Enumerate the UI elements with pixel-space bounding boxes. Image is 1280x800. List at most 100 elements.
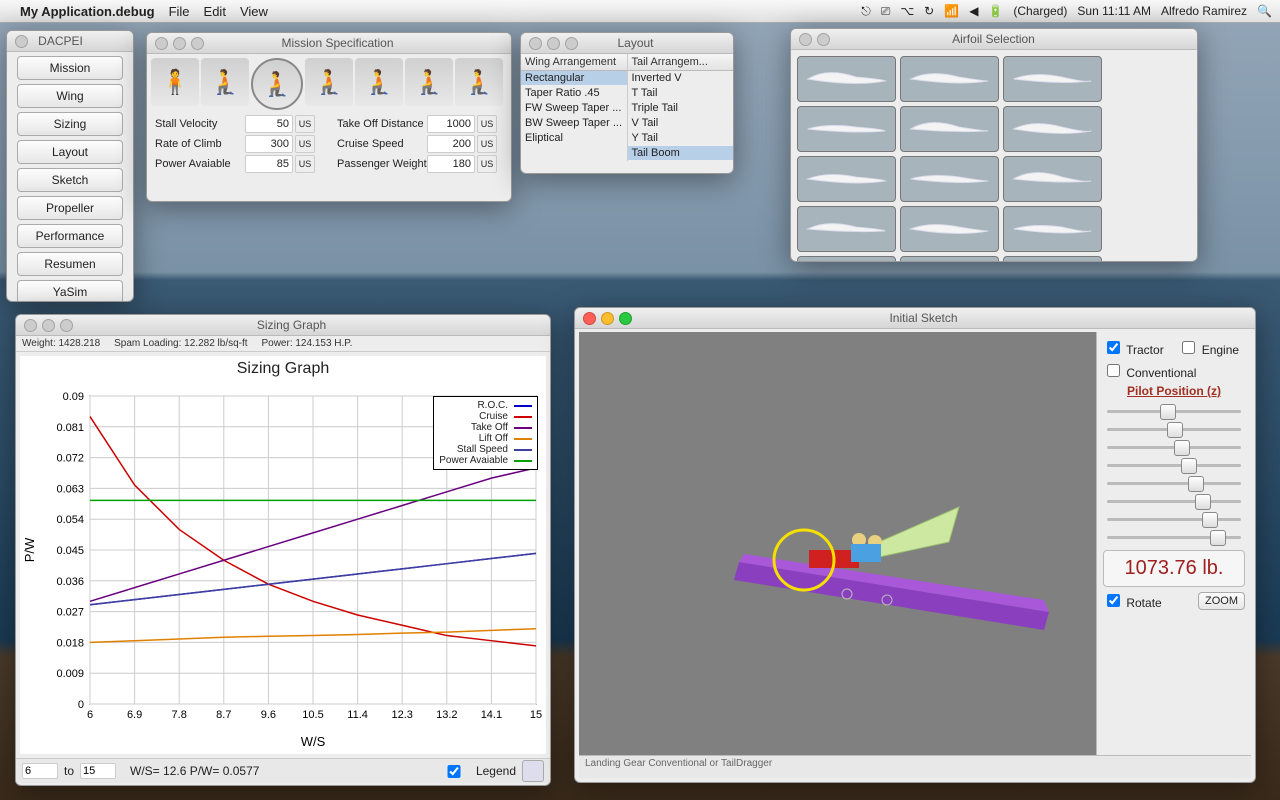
tail-option[interactable]: Y Tail: [628, 131, 734, 146]
rotate-checkbox[interactable]: Rotate: [1103, 591, 1162, 610]
volume-icon[interactable]: ◀: [969, 4, 978, 18]
wing-option[interactable]: BW Sweep Taper ...: [521, 116, 627, 131]
dacpei-performance-button[interactable]: Performance: [17, 224, 123, 248]
spotlight-icon[interactable]: 🔍: [1257, 4, 1272, 18]
pilot-position-link[interactable]: Pilot Position (z): [1103, 384, 1245, 398]
param-value[interactable]: 50: [245, 115, 293, 133]
close-icon[interactable]: [529, 37, 542, 50]
tail-option[interactable]: T Tail: [628, 86, 734, 101]
sketch-slider-6[interactable]: [1103, 492, 1245, 510]
tail-option[interactable]: Triple Tail: [628, 101, 734, 116]
ws-to-input[interactable]: [80, 763, 116, 779]
wing-option[interactable]: Rectangular: [521, 71, 627, 86]
pilot-pose-7[interactable]: 🧎: [455, 58, 503, 106]
wing-option[interactable]: Eliptical: [521, 131, 627, 146]
legend-checkbox[interactable]: Legend: [435, 762, 516, 781]
airfoil-option-5[interactable]: [900, 106, 999, 152]
unit-toggle[interactable]: US: [295, 155, 315, 173]
airfoil-option-15[interactable]: [1003, 256, 1102, 262]
wing-option[interactable]: Taper Ratio .45: [521, 86, 627, 101]
unit-toggle[interactable]: US: [477, 115, 497, 133]
min-icon[interactable]: [547, 37, 560, 50]
min-icon[interactable]: [601, 312, 614, 325]
airfoil-option-8[interactable]: [900, 156, 999, 202]
airfoil-option-14[interactable]: [900, 256, 999, 262]
tractor-checkbox[interactable]: Tractor: [1103, 338, 1164, 357]
unit-toggle[interactable]: US: [295, 135, 315, 153]
wing-arrangement-header[interactable]: Wing Arrangement: [521, 54, 627, 71]
tail-option[interactable]: V Tail: [628, 116, 734, 131]
close-icon[interactable]: [15, 35, 28, 48]
wing-option[interactable]: FW Sweep Taper ...: [521, 101, 627, 116]
display-icon[interactable]: ⎚: [881, 4, 891, 19]
pilot-pose-3[interactable]: 🧎: [251, 58, 303, 110]
sketch-slider-8[interactable]: [1103, 528, 1245, 546]
tail-option[interactable]: Inverted V: [628, 71, 734, 86]
zoom-icon[interactable]: [619, 312, 632, 325]
airfoil-option-6[interactable]: [1003, 106, 1102, 152]
param-value[interactable]: 85: [245, 155, 293, 173]
close-icon[interactable]: [155, 37, 168, 50]
unit-toggle[interactable]: US: [477, 135, 497, 153]
zoom-icon[interactable]: [60, 319, 73, 332]
airfoil-option-11[interactable]: [900, 206, 999, 252]
menu-edit[interactable]: Edit: [204, 4, 226, 19]
engine-checkbox[interactable]: Engine: [1178, 338, 1239, 357]
tail-option[interactable]: Tail Boom: [628, 146, 734, 161]
airfoil-option-4[interactable]: [797, 106, 896, 152]
chart-tool-icon[interactable]: [522, 760, 544, 782]
dacpei-sketch-button[interactable]: Sketch: [17, 168, 123, 192]
min-icon[interactable]: [173, 37, 186, 50]
param-value[interactable]: 180: [427, 155, 475, 173]
sketch-slider-1[interactable]: [1103, 402, 1245, 420]
timemachine-icon[interactable]: ↻: [924, 4, 934, 18]
pilot-pose-1[interactable]: 🧍: [151, 58, 199, 106]
menu-file[interactable]: File: [169, 4, 190, 19]
sketch-slider-3[interactable]: [1103, 438, 1245, 456]
close-icon[interactable]: [799, 33, 812, 46]
ws-from-input[interactable]: [22, 763, 58, 779]
unit-toggle[interactable]: US: [295, 115, 315, 133]
airfoil-option-13[interactable]: [797, 256, 896, 262]
sketch-3d-view[interactable]: Tractor Engine Conventional Pilot Positi…: [579, 332, 1251, 778]
sketch-slider-5[interactable]: [1103, 474, 1245, 492]
airfoil-option-12[interactable]: [1003, 206, 1102, 252]
clock[interactable]: Sun 11:11 AM: [1077, 4, 1151, 18]
param-value[interactable]: 1000: [427, 115, 475, 133]
bt-icon[interactable]: ⌥: [900, 4, 914, 18]
dacpei-layout-button[interactable]: Layout: [17, 140, 123, 164]
sketch-slider-7[interactable]: [1103, 510, 1245, 528]
dacpei-propeller-button[interactable]: Propeller: [17, 196, 123, 220]
sketch-slider-4[interactable]: [1103, 456, 1245, 474]
pilot-pose-5[interactable]: 🧎: [355, 58, 403, 106]
dacpei-yasim-button[interactable]: YaSim: [17, 280, 123, 302]
dacpei-resumen-button[interactable]: Resumen: [17, 252, 123, 276]
close-icon[interactable]: [583, 312, 596, 325]
dacpei-sizing-button[interactable]: Sizing: [17, 112, 123, 136]
param-value[interactable]: 200: [427, 135, 475, 153]
airfoil-option-9[interactable]: [1003, 156, 1102, 202]
airfoil-option-3[interactable]: [1003, 56, 1102, 102]
wifi-icon[interactable]: 📶: [944, 4, 959, 18]
pilot-pose-2[interactable]: 🧎: [201, 58, 249, 106]
menu-view[interactable]: View: [240, 4, 268, 19]
dacpei-wing-button[interactable]: Wing: [17, 84, 123, 108]
airfoil-option-2[interactable]: [900, 56, 999, 102]
zoom-icon[interactable]: [191, 37, 204, 50]
airfoil-option-10[interactable]: [797, 206, 896, 252]
pilot-pose-4[interactable]: 🧎: [305, 58, 353, 106]
pilot-pose-6[interactable]: 🧎: [405, 58, 453, 106]
dacpei-mission-button[interactable]: Mission: [17, 56, 123, 80]
sizing-chart[interactable]: Sizing Graph 66.97.88.79.610.511.412.313…: [20, 356, 546, 754]
user-menu[interactable]: Alfredo Ramirez: [1161, 4, 1247, 18]
sketch-slider-2[interactable]: [1103, 420, 1245, 438]
min-icon[interactable]: [42, 319, 55, 332]
min-icon[interactable]: [817, 33, 830, 46]
tail-arrangement-header[interactable]: Tail Arrangem...: [628, 54, 734, 71]
close-icon[interactable]: [24, 319, 37, 332]
app-name[interactable]: My Application.debug: [20, 4, 155, 19]
zoom-icon[interactable]: [565, 37, 578, 50]
zoom-button[interactable]: ZOOM: [1198, 592, 1245, 610]
param-value[interactable]: 300: [245, 135, 293, 153]
airfoil-option-7[interactable]: [797, 156, 896, 202]
